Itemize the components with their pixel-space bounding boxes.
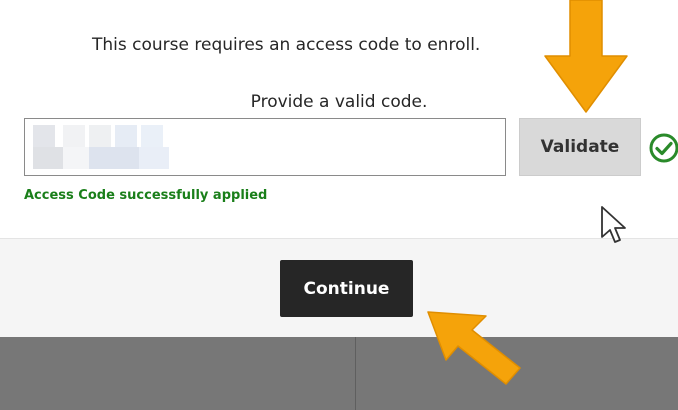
mouse-pointer-icon xyxy=(601,206,626,243)
arrow-to-continue-icon xyxy=(427,311,521,385)
